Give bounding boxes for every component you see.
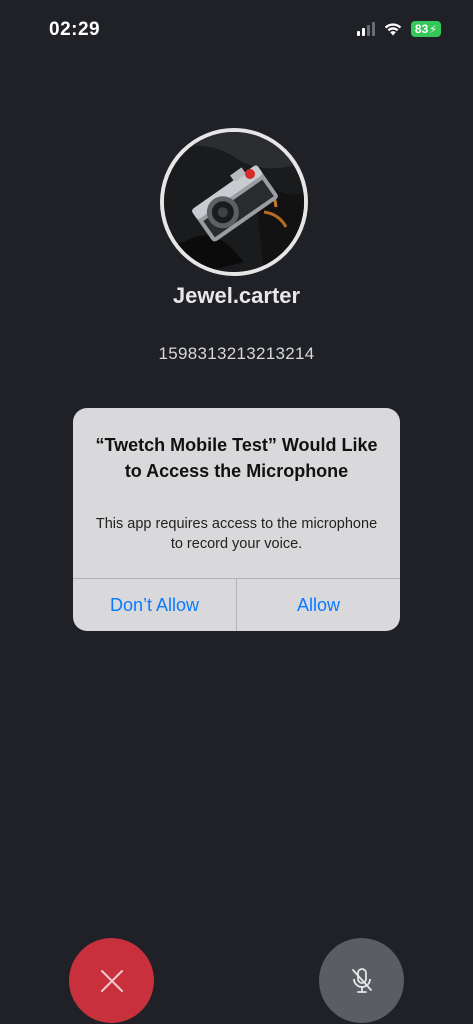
status-icons: 83 ⚡ — [356, 21, 441, 37]
battery-indicator: 83 ⚡ — [410, 21, 441, 37]
charging-bolt-icon: ⚡ — [429, 23, 437, 36]
alert-message: This app requires access to the micropho… — [95, 516, 378, 552]
cellular-signal-icon — [356, 22, 375, 36]
contact-number: 1598313213213214 — [158, 344, 315, 363]
contact-name: Jewel.carter — [172, 283, 301, 308]
wifi-icon — [384, 23, 402, 36]
permission-alert: “Twetch Mobile Test” Would Like to Acces… — [73, 408, 400, 631]
camera-photo-icon — [164, 132, 304, 272]
allow-button[interactable]: Allow — [237, 579, 400, 631]
dont-allow-button[interactable]: Don’t Allow — [73, 579, 236, 631]
mute-button[interactable] — [319, 938, 404, 1023]
status-time: 02:29 — [49, 19, 101, 40]
end-call-button[interactable] — [69, 938, 154, 1023]
avatar — [160, 128, 308, 276]
alert-title: “Twetch Mobile Test” Would Like to Acces… — [95, 435, 378, 481]
close-icon — [100, 969, 123, 992]
battery-level: 83 — [414, 22, 429, 36]
microphone-slash-icon — [351, 967, 372, 993]
